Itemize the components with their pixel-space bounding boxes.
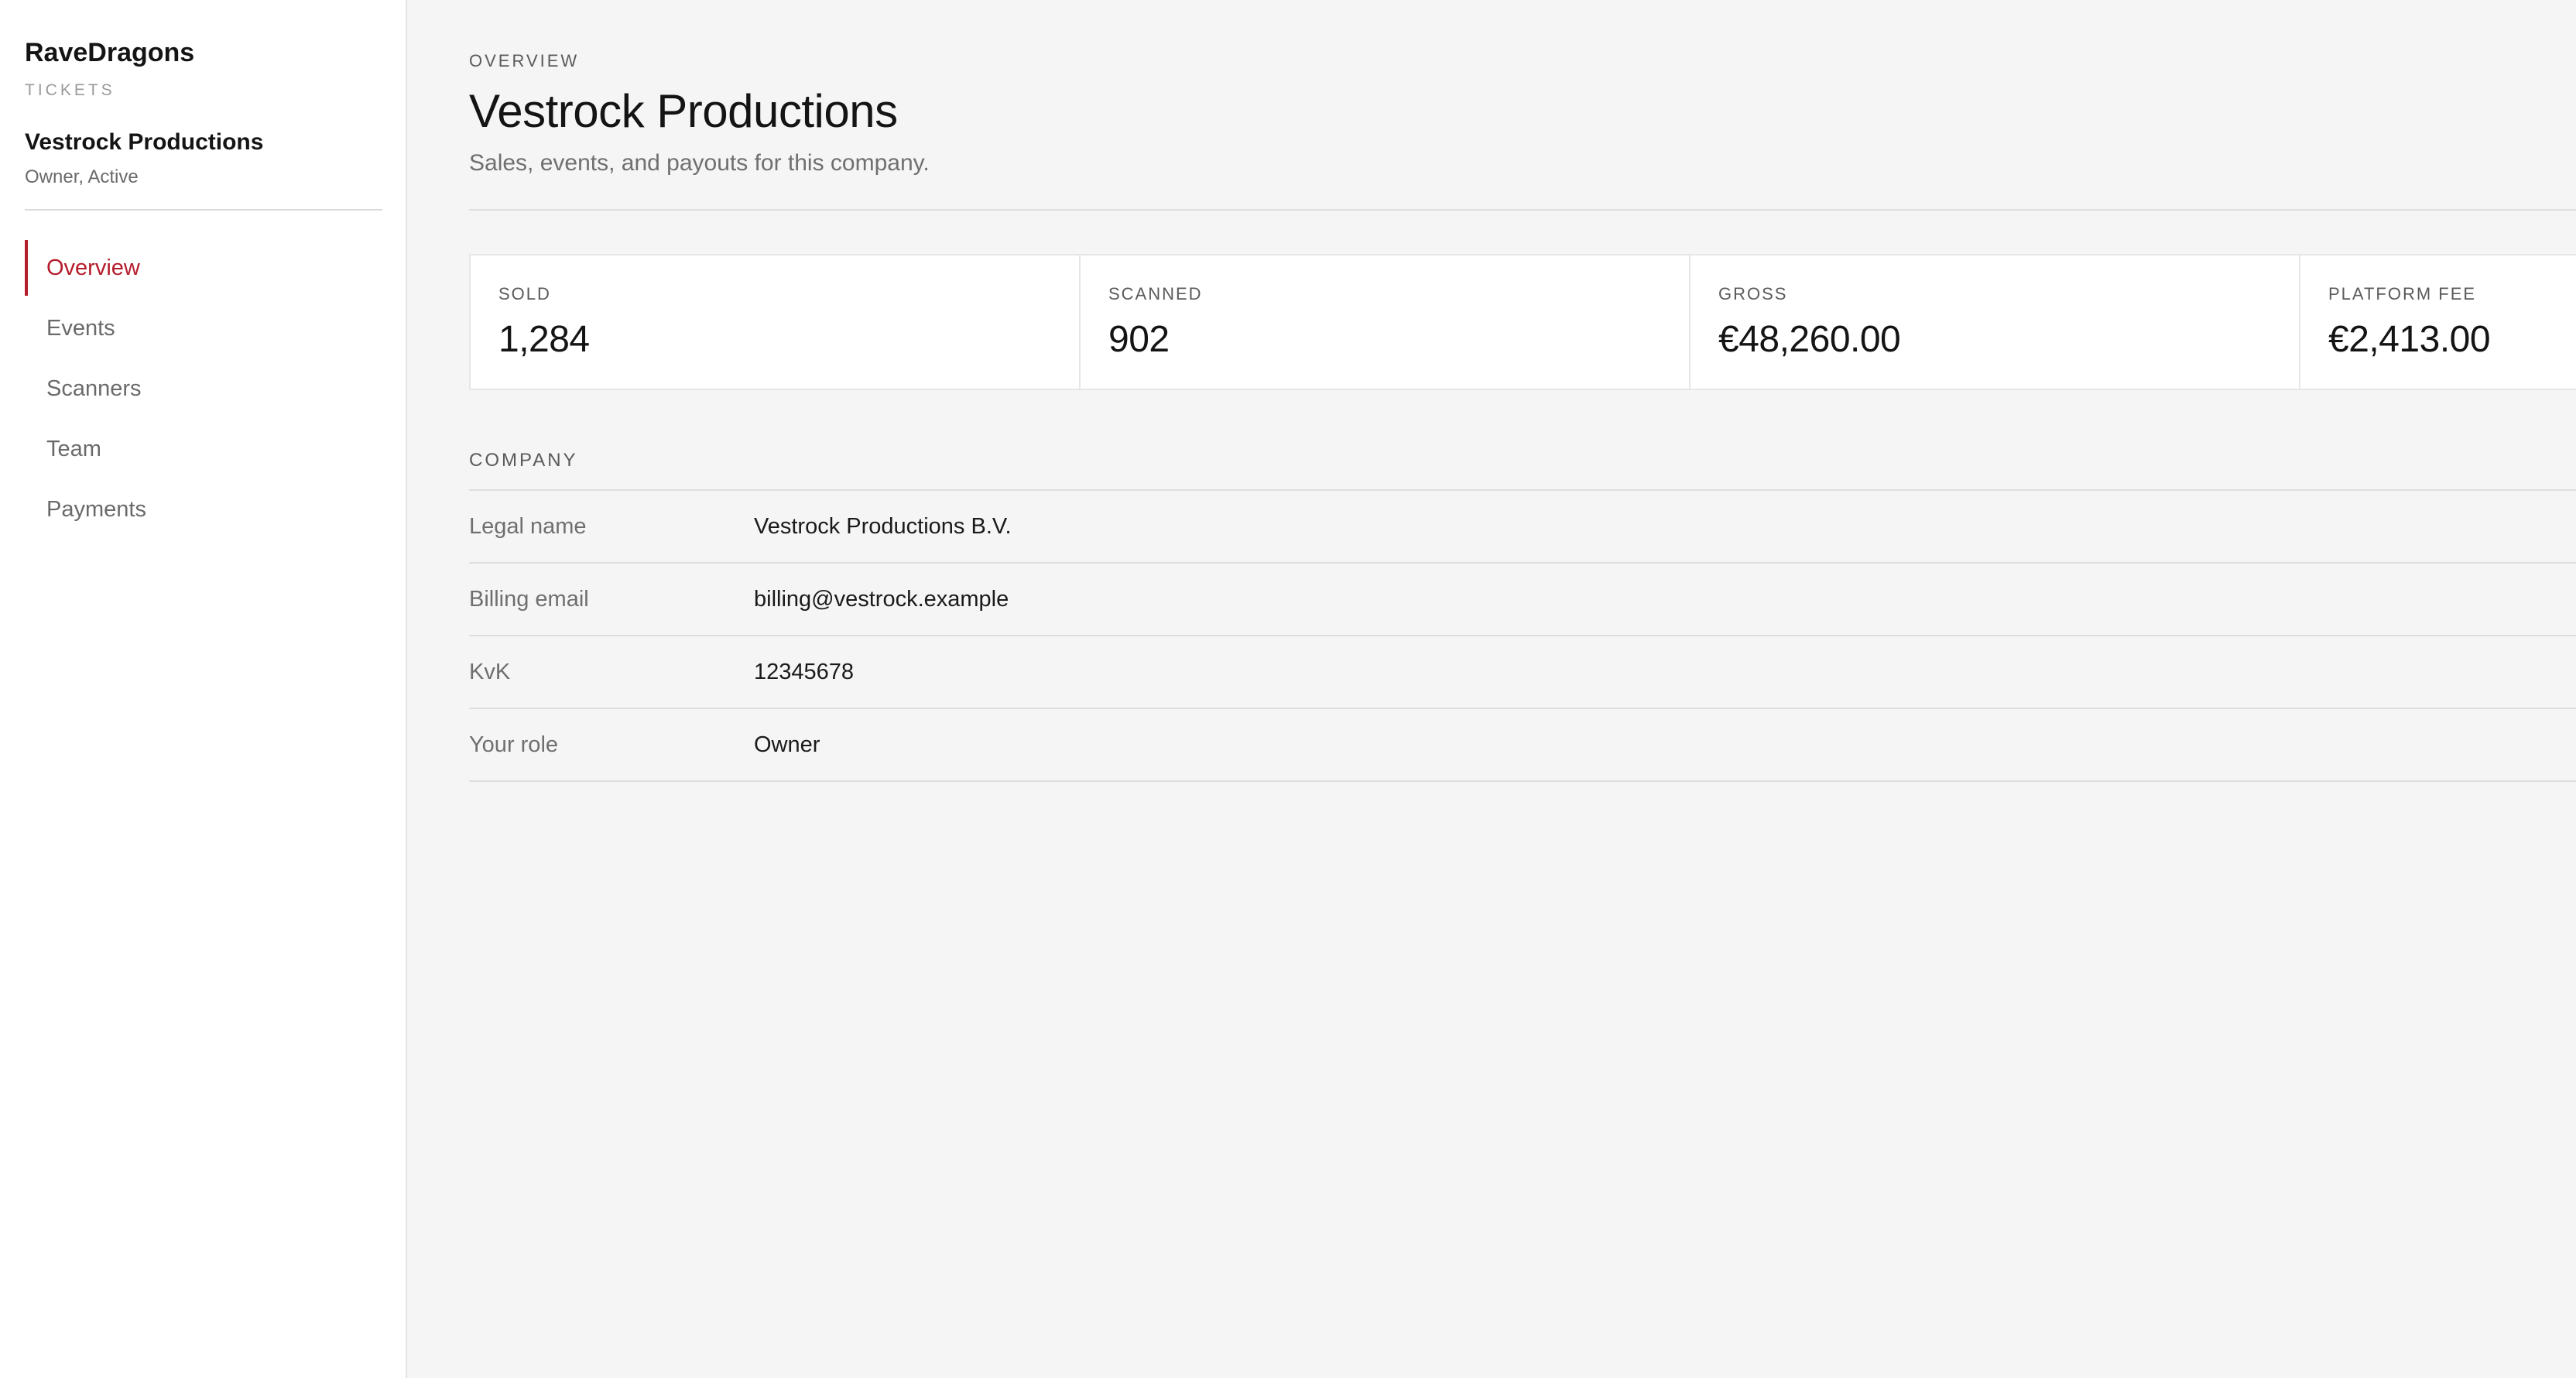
brand-name: RaveDragons	[25, 38, 195, 67]
page-subtitle: Sales, events, and payouts for this comp…	[469, 150, 930, 176]
stat-card-scanned: SCANNED 902	[1081, 255, 1690, 389]
stat-label: SOLD	[498, 284, 551, 303]
stat-label: PLATFORM FEE	[2328, 284, 2477, 303]
sidebar-nav: Overview Events Scanners Team Payments	[25, 240, 381, 537]
main-content: OVERVIEW Vestrock Productions Sales, eve…	[407, 0, 2576, 1378]
sidebar-item-events[interactable]: Events	[25, 300, 381, 356]
stat-label: GROSS	[1718, 284, 1788, 303]
detail-row-billing-email: Billing email billing@vestrock.example	[469, 564, 2576, 636]
stat-card-sold: SOLD 1,284	[471, 255, 1081, 389]
page-eyebrow: OVERVIEW	[469, 51, 580, 70]
detail-row-kvk: KvK 12345678	[469, 636, 2576, 709]
company-details: Legal name Vestrock Productions B.V. Bil…	[469, 489, 2576, 782]
sidebar-divider	[25, 209, 382, 211]
company-section-title: COMPANY	[469, 450, 578, 471]
sidebar-item-scanners[interactable]: Scanners	[25, 361, 381, 416]
detail-row-legal-name: Legal name Vestrock Productions B.V.	[469, 491, 2576, 564]
detail-label: KvK	[469, 659, 511, 684]
stats-row: SOLD 1,284 SCANNED 902 GROSS €48,260.00 …	[469, 254, 2576, 390]
detail-value: 12345678	[754, 659, 855, 684]
sidebar-item-overview[interactable]: Overview	[25, 240, 381, 296]
sidebar-item-team[interactable]: Team	[25, 421, 381, 477]
stat-card-gross: GROSS €48,260.00	[1690, 255, 2300, 389]
page-title: Vestrock Productions	[469, 85, 898, 137]
stat-label: SCANNED	[1108, 284, 1203, 303]
stat-value: €2,413.00	[2328, 319, 2491, 360]
stat-value: €48,260.00	[1718, 319, 1901, 360]
company-role: Owner, Active	[25, 166, 139, 187]
detail-value: billing@vestrock.example	[754, 586, 1009, 612]
company-name: Vestrock Productions	[25, 129, 264, 155]
brand-subtitle: TICKETS	[25, 81, 115, 99]
detail-value: Owner	[754, 732, 820, 757]
detail-label: Billing email	[469, 586, 589, 612]
sidebar-item-payments[interactable]: Payments	[25, 482, 381, 537]
stat-value: 902	[1108, 319, 1170, 360]
detail-label: Your role	[469, 732, 559, 757]
stat-card-platform-fee: PLATFORM FEE €2,413.00	[2300, 255, 2576, 389]
detail-row-your-role: Your role Owner	[469, 709, 2576, 782]
stat-value: 1,284	[498, 319, 590, 360]
app-shell: RaveDragons TICKETS Vestrock Productions…	[0, 0, 2576, 1378]
sidebar: RaveDragons TICKETS Vestrock Productions…	[0, 0, 407, 1378]
detail-value: Vestrock Productions B.V.	[754, 513, 1012, 539]
detail-label: Legal name	[469, 513, 587, 539]
header-divider	[469, 209, 2576, 211]
